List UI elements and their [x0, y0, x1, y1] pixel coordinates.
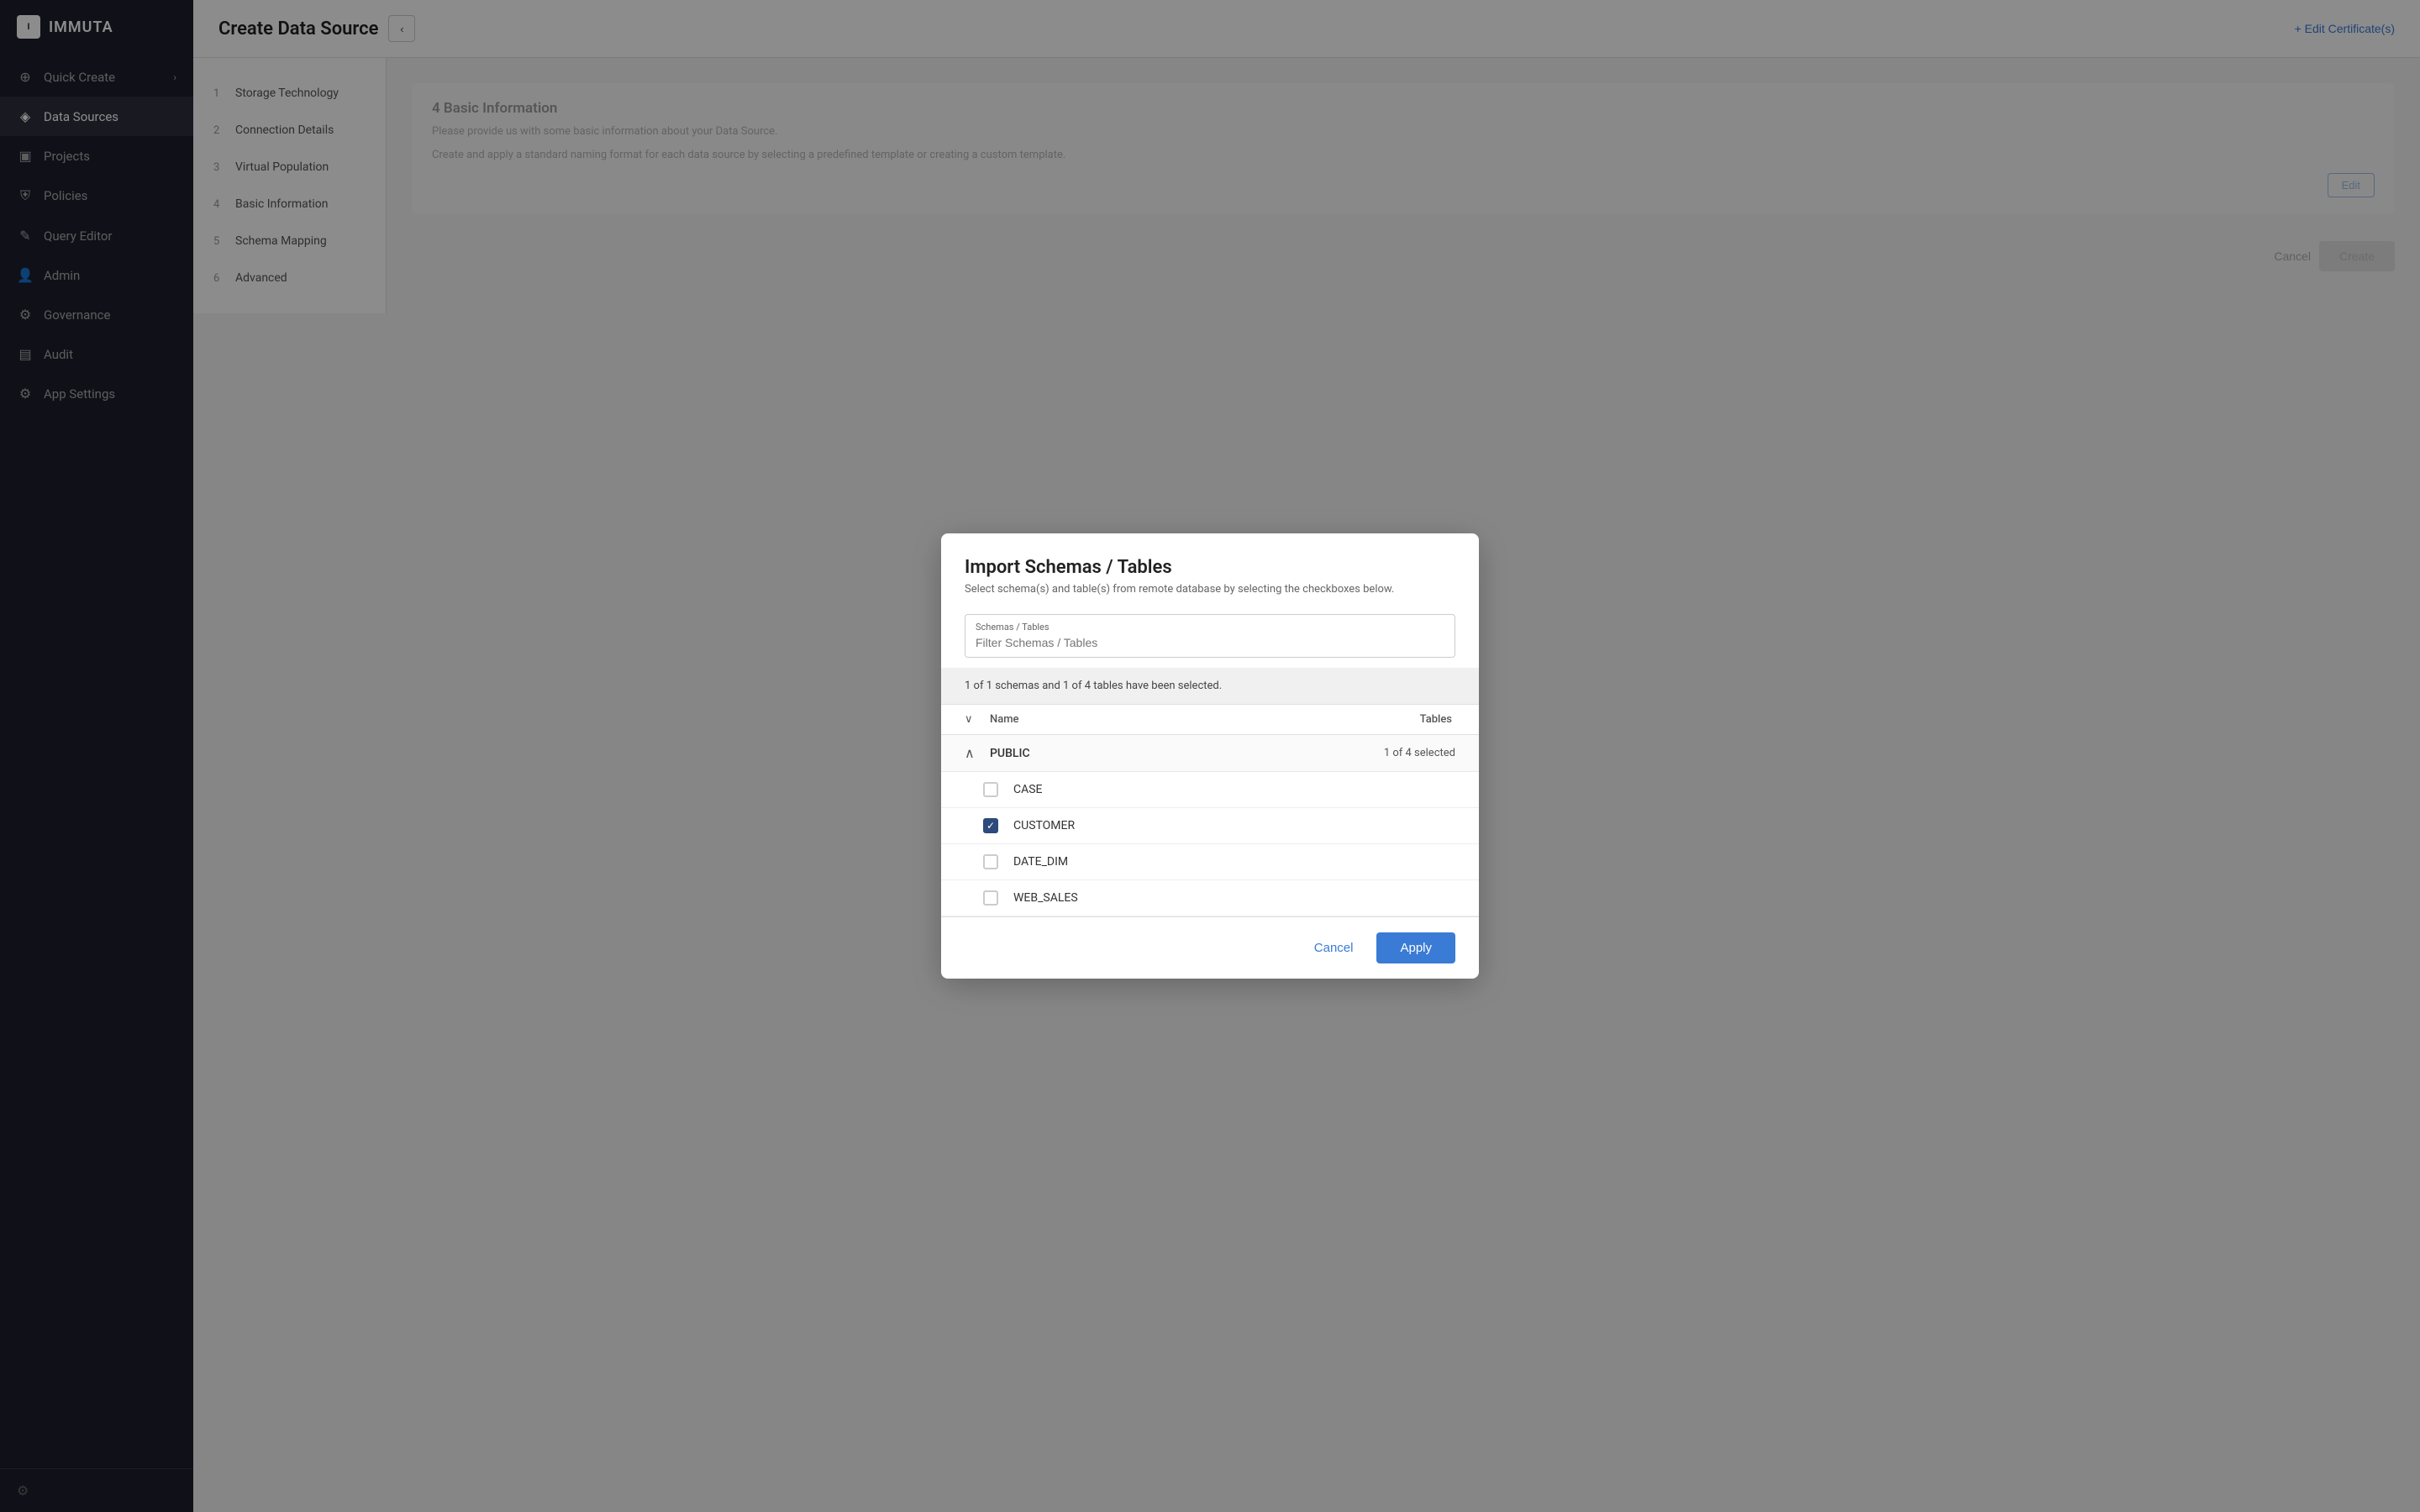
checkbox-customer-cell — [983, 818, 1013, 833]
schemas-table: ∨ Name Tables ∧ PUBLIC 1 of 4 selected C… — [941, 704, 1479, 916]
table-name-customer: CUSTOMER — [1013, 819, 1075, 832]
table-row-date-dim: DATE_DIM — [941, 844, 1479, 880]
schema-count-public: 1 of 4 selected — [1384, 747, 1455, 759]
filter-input[interactable] — [976, 636, 1444, 649]
cancel-button[interactable]: Cancel — [1301, 932, 1367, 963]
table-row-customer: CUSTOMER — [941, 808, 1479, 844]
apply-button[interactable]: Apply — [1376, 932, 1455, 963]
search-field-wrapper: Schemas / Tables — [965, 614, 1455, 658]
checkbox-date-dim-cell — [983, 854, 1013, 869]
table-name-web-sales: WEB_SALES — [1013, 891, 1078, 905]
table-name-case: CASE — [1013, 783, 1043, 796]
checkbox-case-cell — [983, 782, 1013, 797]
name-column-header: Name — [990, 713, 1420, 726]
search-section: Schemas / Tables — [941, 604, 1479, 658]
modal-overlay: Import Schemas / Tables Select schema(s)… — [0, 0, 2420, 1512]
checkbox-case[interactable] — [983, 782, 998, 797]
tables-column-header: Tables — [1420, 713, 1455, 726]
modal-footer: Cancel Apply — [941, 916, 1479, 979]
selection-status: 1 of 1 schemas and 1 of 4 tables have be… — [941, 668, 1479, 704]
import-schemas-modal: Import Schemas / Tables Select schema(s)… — [941, 533, 1479, 979]
table-header: ∨ Name Tables — [941, 705, 1479, 735]
modal-subtitle: Select schema(s) and table(s) from remot… — [965, 583, 1455, 596]
selection-status-text: 1 of 1 schemas and 1 of 4 tables have be… — [965, 680, 1222, 692]
schema-row-public: ∧ PUBLIC 1 of 4 selected — [941, 735, 1479, 772]
collapse-all-icon[interactable]: ∨ — [965, 713, 973, 726]
checkbox-web-sales-cell — [983, 890, 1013, 906]
checkbox-date-dim[interactable] — [983, 854, 998, 869]
table-row-web-sales: WEB_SALES — [941, 880, 1479, 916]
apply-label: Apply — [1400, 941, 1432, 955]
schema-expand-icon[interactable]: ∧ — [965, 745, 990, 761]
schema-name-public: PUBLIC — [990, 747, 1384, 760]
checkbox-customer[interactable] — [983, 818, 998, 833]
chevron-header: ∨ — [965, 713, 990, 726]
table-row-case: CASE — [941, 772, 1479, 808]
cancel-label: Cancel — [1314, 941, 1354, 955]
modal-title: Import Schemas / Tables — [965, 557, 1455, 578]
modal-header: Import Schemas / Tables Select schema(s)… — [941, 533, 1479, 604]
checkbox-web-sales[interactable] — [983, 890, 998, 906]
search-label: Schemas / Tables — [976, 622, 1444, 633]
table-name-date-dim: DATE_DIM — [1013, 855, 1068, 869]
